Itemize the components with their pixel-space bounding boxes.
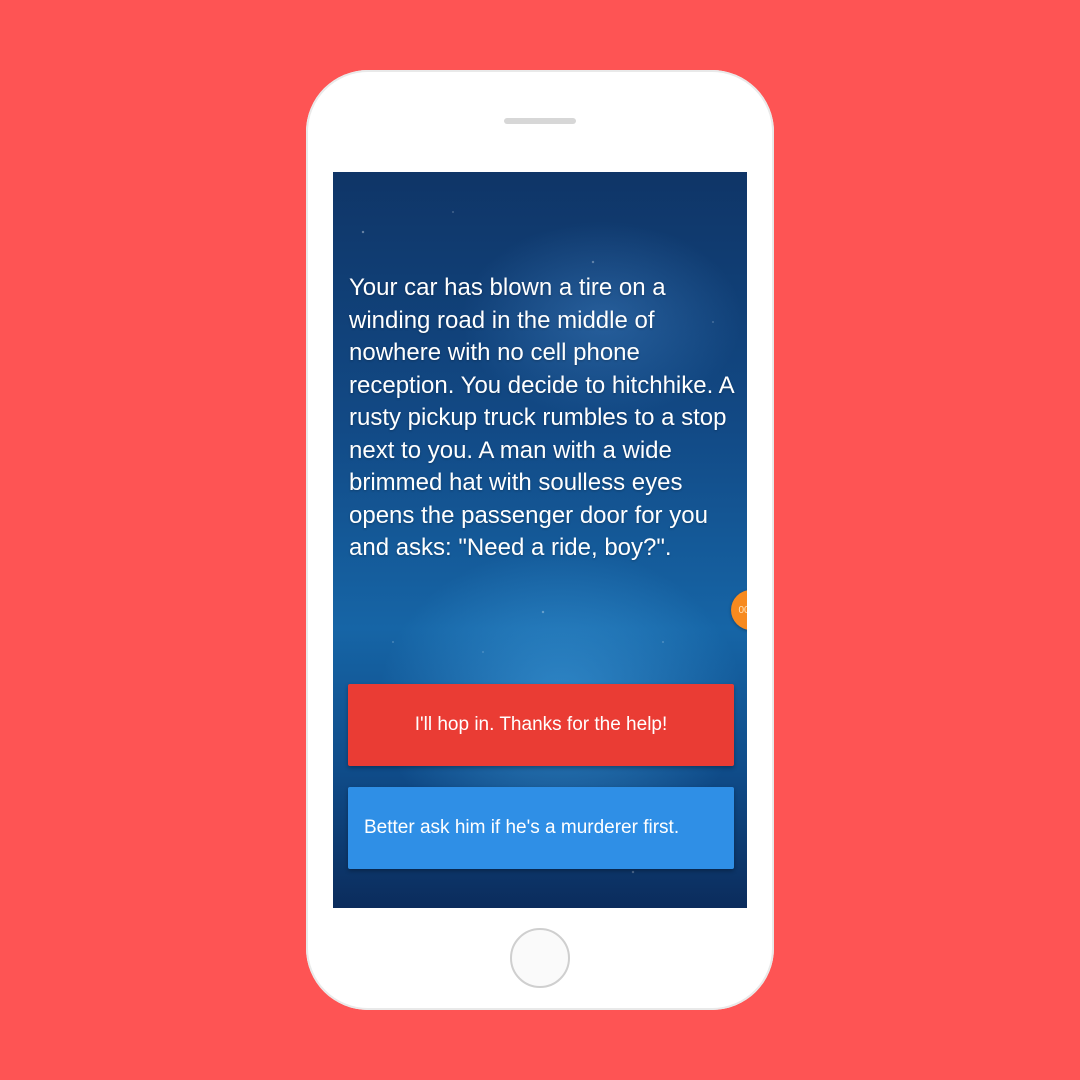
home-button[interactable] <box>510 928 570 988</box>
phone-frame: Your car has blown a tire on a winding r… <box>306 70 774 1010</box>
story-text: Your car has blown a tire on a winding r… <box>349 274 734 561</box>
choice-button-ask-murderer[interactable]: Better ask him if he's a murderer first. <box>348 787 734 869</box>
choice-button-hop-in[interactable]: I'll hop in. Thanks for the help! <box>348 684 734 766</box>
phone-speaker <box>504 118 576 124</box>
game-screen: Your car has blown a tire on a winding r… <box>333 172 747 908</box>
